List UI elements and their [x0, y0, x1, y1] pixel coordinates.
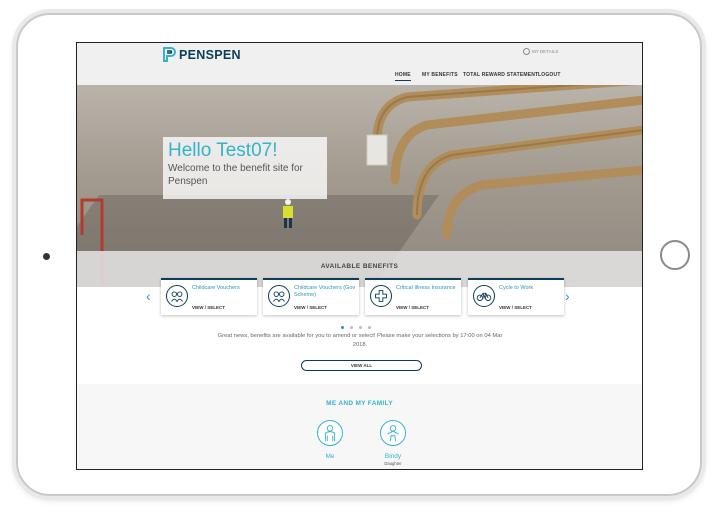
benefit-card-title: Childcare Vouchers (Gov Scheme): [294, 285, 356, 298]
benefit-card-childcare-vouchers[interactable]: Childcare Vouchers VIEW / SELECT: [161, 278, 257, 315]
penspen-logo[interactable]: PENSPEN: [163, 47, 241, 62]
medical-cross-icon: [370, 285, 392, 307]
childcare-icon: [166, 285, 188, 307]
carousel-dot[interactable]: [350, 326, 353, 329]
brand-name: PENSPEN: [179, 47, 241, 62]
family-member-me[interactable]: Me: [310, 420, 350, 461]
benefit-card-critical-illness[interactable]: Critical Illness Insurance VIEW / SELECT: [365, 278, 461, 315]
nav-logout[interactable]: LOGOUT: [538, 72, 561, 78]
greeting-panel: Hello Test07! Welcome to the benefit sit…: [163, 137, 327, 199]
available-benefits-heading: AVAILABLE BENEFITS: [320, 263, 399, 270]
benefit-card-title: Cycle to Work: [499, 285, 534, 291]
benefit-card-cycle-to-work[interactable]: Cycle to Work VIEW / SELECT: [468, 278, 564, 315]
member-role: Daughter: [384, 461, 402, 466]
carousel-dot[interactable]: [368, 326, 371, 329]
nav-total-reward-statement[interactable]: TOTAL REWARD STATEMENT: [463, 72, 538, 78]
carousel-dot[interactable]: [359, 326, 362, 329]
member-name: Me: [325, 453, 335, 460]
nav-my-benefits[interactable]: MY BENEFITS: [422, 72, 458, 78]
benefit-card-title: Childcare Vouchers: [192, 285, 240, 291]
nav-home[interactable]: HOME: [395, 72, 411, 81]
screen: PENSPEN MY DETAILS HOME MY BENEFITS TOTA…: [76, 42, 643, 470]
member-name: Bindy: [384, 453, 402, 460]
child-avatar-icon: [380, 420, 406, 446]
view-select-link[interactable]: VIEW / SELECT: [192, 305, 225, 310]
carousel-pagination: [341, 326, 371, 329]
header-bar: PENSPEN MY DETAILS HOME MY BENEFITS TOTA…: [77, 43, 642, 85]
view-select-link[interactable]: VIEW / SELECT: [294, 305, 327, 310]
selection-deadline-notice: Great news, benefits are available for y…: [217, 333, 503, 348]
carousel-dot[interactable]: [341, 326, 344, 329]
me-and-my-family-heading: ME AND MY FAMILY: [326, 400, 393, 407]
my-details-label: MY DETAILS: [532, 49, 559, 54]
greeting-title: Hello Test07!: [168, 140, 278, 161]
penspen-logo-icon: [163, 47, 176, 62]
benefit-card-childcare-gov[interactable]: Childcare Vouchers (Gov Scheme) VIEW / S…: [263, 278, 359, 315]
greeting-subtitle: Welcome to the benefit site for Penspen: [168, 163, 303, 187]
view-select-link[interactable]: VIEW / SELECT: [396, 305, 429, 310]
family-member-bindy[interactable]: Bindy Daughter: [373, 420, 413, 466]
view-select-link[interactable]: VIEW / SELECT: [499, 305, 532, 310]
carousel-next-icon[interactable]: ›: [565, 289, 570, 303]
bicycle-icon: [473, 285, 495, 307]
device-camera: [43, 253, 50, 260]
view-all-button[interactable]: VIEW ALL: [301, 360, 422, 371]
user-icon: [523, 48, 530, 55]
device-home-button[interactable]: [660, 240, 690, 270]
childcare-gov-icon: [268, 285, 290, 307]
benefit-card-title: Critical Illness Insurance: [396, 285, 456, 291]
my-details-link[interactable]: MY DETAILS: [523, 48, 558, 55]
carousel-prev-icon[interactable]: ‹: [146, 289, 151, 303]
adult-avatar-icon: [317, 420, 343, 446]
worker-figure: [283, 199, 293, 228]
family-section: [77, 384, 642, 469]
